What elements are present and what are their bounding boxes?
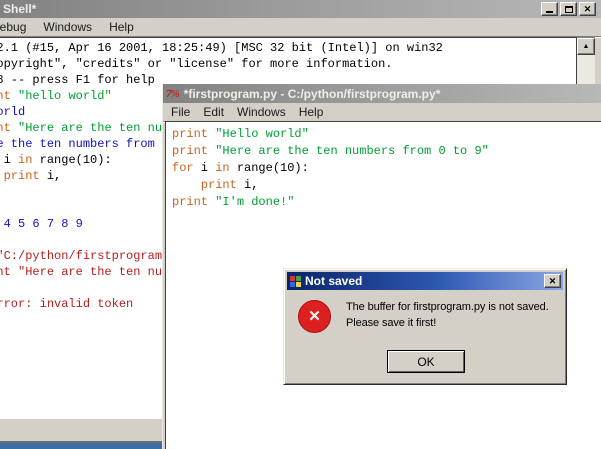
menu-item-windows[interactable]: Windows	[237, 103, 286, 121]
shell-menu-items: Debug Windows Help	[0, 18, 151, 36]
editor-line: print i,	[172, 177, 601, 194]
editor-line: print "Here are the ten numbers from 0 t…	[172, 143, 601, 160]
error-x-icon: ✕	[308, 302, 321, 332]
windows-flag-icon	[290, 276, 301, 287]
editor-window-title: *firstprogram.py - C:/python/firstprogra…	[184, 87, 441, 101]
minimize-icon	[546, 11, 553, 13]
menu-item-edit[interactable]: Edit	[203, 103, 224, 121]
error-icon: ✕	[298, 300, 331, 333]
maximize-button[interactable]	[560, 2, 577, 16]
menu-item-windows[interactable]: Windows	[43, 18, 92, 36]
shell-titlebar[interactable]: Shell* ✕	[0, 0, 601, 18]
menu-item-help[interactable]: Help	[299, 103, 324, 121]
editor-line: print "I'm done!"	[172, 194, 601, 211]
close-icon: ✕	[549, 276, 557, 286]
dialog-close-button[interactable]: ✕	[544, 274, 561, 288]
shell-line: Python 2.1 (#15, Apr 16 2001, 18:25:49) …	[0, 40, 576, 56]
dialog-titlebar[interactable]: Not saved ✕	[287, 272, 563, 290]
dialog-title: Not saved	[305, 274, 362, 288]
ok-button[interactable]: OK	[387, 350, 465, 373]
minimize-button[interactable]	[541, 2, 558, 16]
close-button[interactable]: ✕	[579, 2, 596, 16]
shell-window-title: Shell*	[3, 2, 36, 16]
editor-titlebar[interactable]: 7% *firstprogram.py - C:/python/firstpro…	[163, 84, 601, 103]
close-icon: ✕	[584, 4, 592, 14]
menu-item-debug[interactable]: Debug	[0, 18, 26, 36]
editor-line: print "Hello world"	[172, 126, 601, 143]
desktop: { "colors": { "desktop": "#3A6EA5", "win…	[0, 0, 601, 449]
menu-item-file[interactable]: File	[171, 103, 190, 121]
shell-line: Type "copyright", "credits" or "license"…	[0, 56, 576, 72]
maximize-icon	[565, 6, 573, 13]
shell-menubar: Debug Windows Help	[0, 18, 601, 37]
shell-caption-buttons: ✕	[541, 2, 596, 16]
scroll-up-icon: ▲	[583, 43, 590, 50]
dialog-message: The buffer for firstprogram.py is not sa…	[346, 299, 562, 331]
dialog-message-line: The buffer for firstprogram.py is not sa…	[346, 299, 562, 315]
python-icon: 7%	[166, 88, 179, 100]
editor-menubar: File Edit Windows Help	[163, 103, 601, 122]
dialog-message-line: Please save it first!	[346, 315, 562, 331]
scroll-up-button[interactable]: ▲	[577, 38, 595, 55]
menu-item-help[interactable]: Help	[109, 18, 134, 36]
not-saved-dialog: Not saved ✕ ✕ The buffer for firstprogra…	[283, 268, 567, 385]
editor-line: for i in range(10):	[172, 160, 601, 177]
editor-menu-items: File Edit Windows Help	[163, 103, 323, 121]
editor-window: 7% *firstprogram.py - C:/python/firstpro…	[162, 84, 601, 449]
